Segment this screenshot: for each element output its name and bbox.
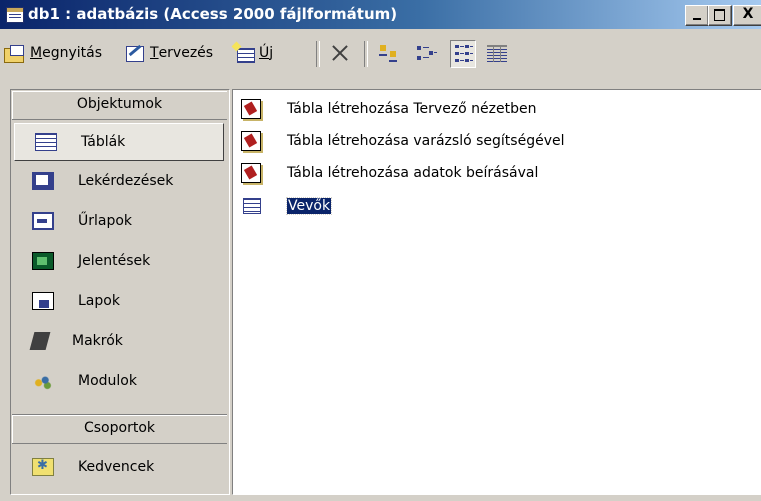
object-list: Tábla létrehozása Tervező nézetben Tábla… bbox=[232, 89, 761, 495]
maximize-button[interactable] bbox=[708, 5, 732, 26]
query-icon bbox=[32, 172, 54, 190]
open-button[interactable]: Megnyitás bbox=[4, 38, 102, 68]
list-item[interactable]: Tábla létrehozása Tervező nézetben bbox=[241, 96, 536, 122]
objects-header[interactable]: Objektumok bbox=[12, 91, 227, 120]
sidebar-item-pages[interactable]: Lapok bbox=[12, 282, 227, 320]
wizard-icon bbox=[241, 131, 261, 151]
design-icon bbox=[124, 43, 146, 63]
details-view-icon[interactable] bbox=[486, 43, 508, 65]
delete-icon[interactable] bbox=[330, 43, 350, 63]
new-icon bbox=[233, 43, 255, 63]
sidebar-item-tables[interactable]: Táblák bbox=[14, 123, 224, 161]
list-item[interactable]: Tábla létrehozása varázsló segítségével bbox=[241, 128, 564, 154]
list-view-icon[interactable] bbox=[450, 40, 476, 68]
database-window-body: Objektumok Táblák Lekérdezések Űrlapok J… bbox=[0, 81, 761, 501]
sidebar-item-modules[interactable]: Modulok bbox=[12, 362, 227, 400]
sidebar-item-queries[interactable]: Lekérdezések bbox=[12, 162, 227, 200]
list-item[interactable]: Tábla létrehozása adatok beírásával bbox=[241, 160, 538, 186]
sidebar-item-favorites[interactable]: Kedvencek bbox=[12, 448, 227, 486]
sidebar-item-forms[interactable]: Űrlapok bbox=[12, 202, 227, 240]
sidebar-item-macros[interactable]: Makrók bbox=[12, 322, 227, 360]
toolbar-separator bbox=[316, 41, 320, 67]
open-icon bbox=[4, 43, 26, 63]
sidebar-item-reports[interactable]: Jelentések bbox=[12, 242, 227, 280]
close-button[interactable]: X bbox=[733, 5, 761, 26]
large-icons-view-icon[interactable] bbox=[378, 43, 400, 65]
toolbar-separator bbox=[364, 41, 368, 67]
favorites-icon bbox=[32, 458, 54, 476]
design-button[interactable]: Tervezés bbox=[124, 38, 213, 68]
wizard-icon bbox=[241, 99, 261, 119]
database-toolbar: Megnyitás Tervezés Új bbox=[0, 29, 761, 81]
database-window-icon[interactable] bbox=[6, 7, 24, 23]
small-icons-view-icon[interactable] bbox=[415, 43, 437, 65]
title-bar[interactable]: db1 : adatbázis (Access 2000 fájlformátu… bbox=[0, 0, 761, 29]
wizard-icon bbox=[241, 163, 261, 183]
groups-header[interactable]: Csoportok bbox=[12, 414, 227, 444]
report-icon bbox=[32, 252, 54, 270]
window-title: db1 : adatbázis (Access 2000 fájlformátu… bbox=[28, 5, 398, 23]
page-icon bbox=[32, 292, 54, 310]
list-item-selected[interactable]: Vevők bbox=[241, 193, 333, 219]
objects-bar: Objektumok Táblák Lekérdezések Űrlapok J… bbox=[10, 89, 230, 495]
table-icon bbox=[243, 198, 261, 214]
minimize-button[interactable] bbox=[685, 5, 709, 26]
table-icon bbox=[35, 133, 57, 151]
new-button[interactable]: Új bbox=[233, 38, 273, 68]
macro-icon bbox=[29, 332, 51, 350]
module-icon bbox=[32, 372, 54, 390]
form-icon bbox=[32, 212, 54, 230]
